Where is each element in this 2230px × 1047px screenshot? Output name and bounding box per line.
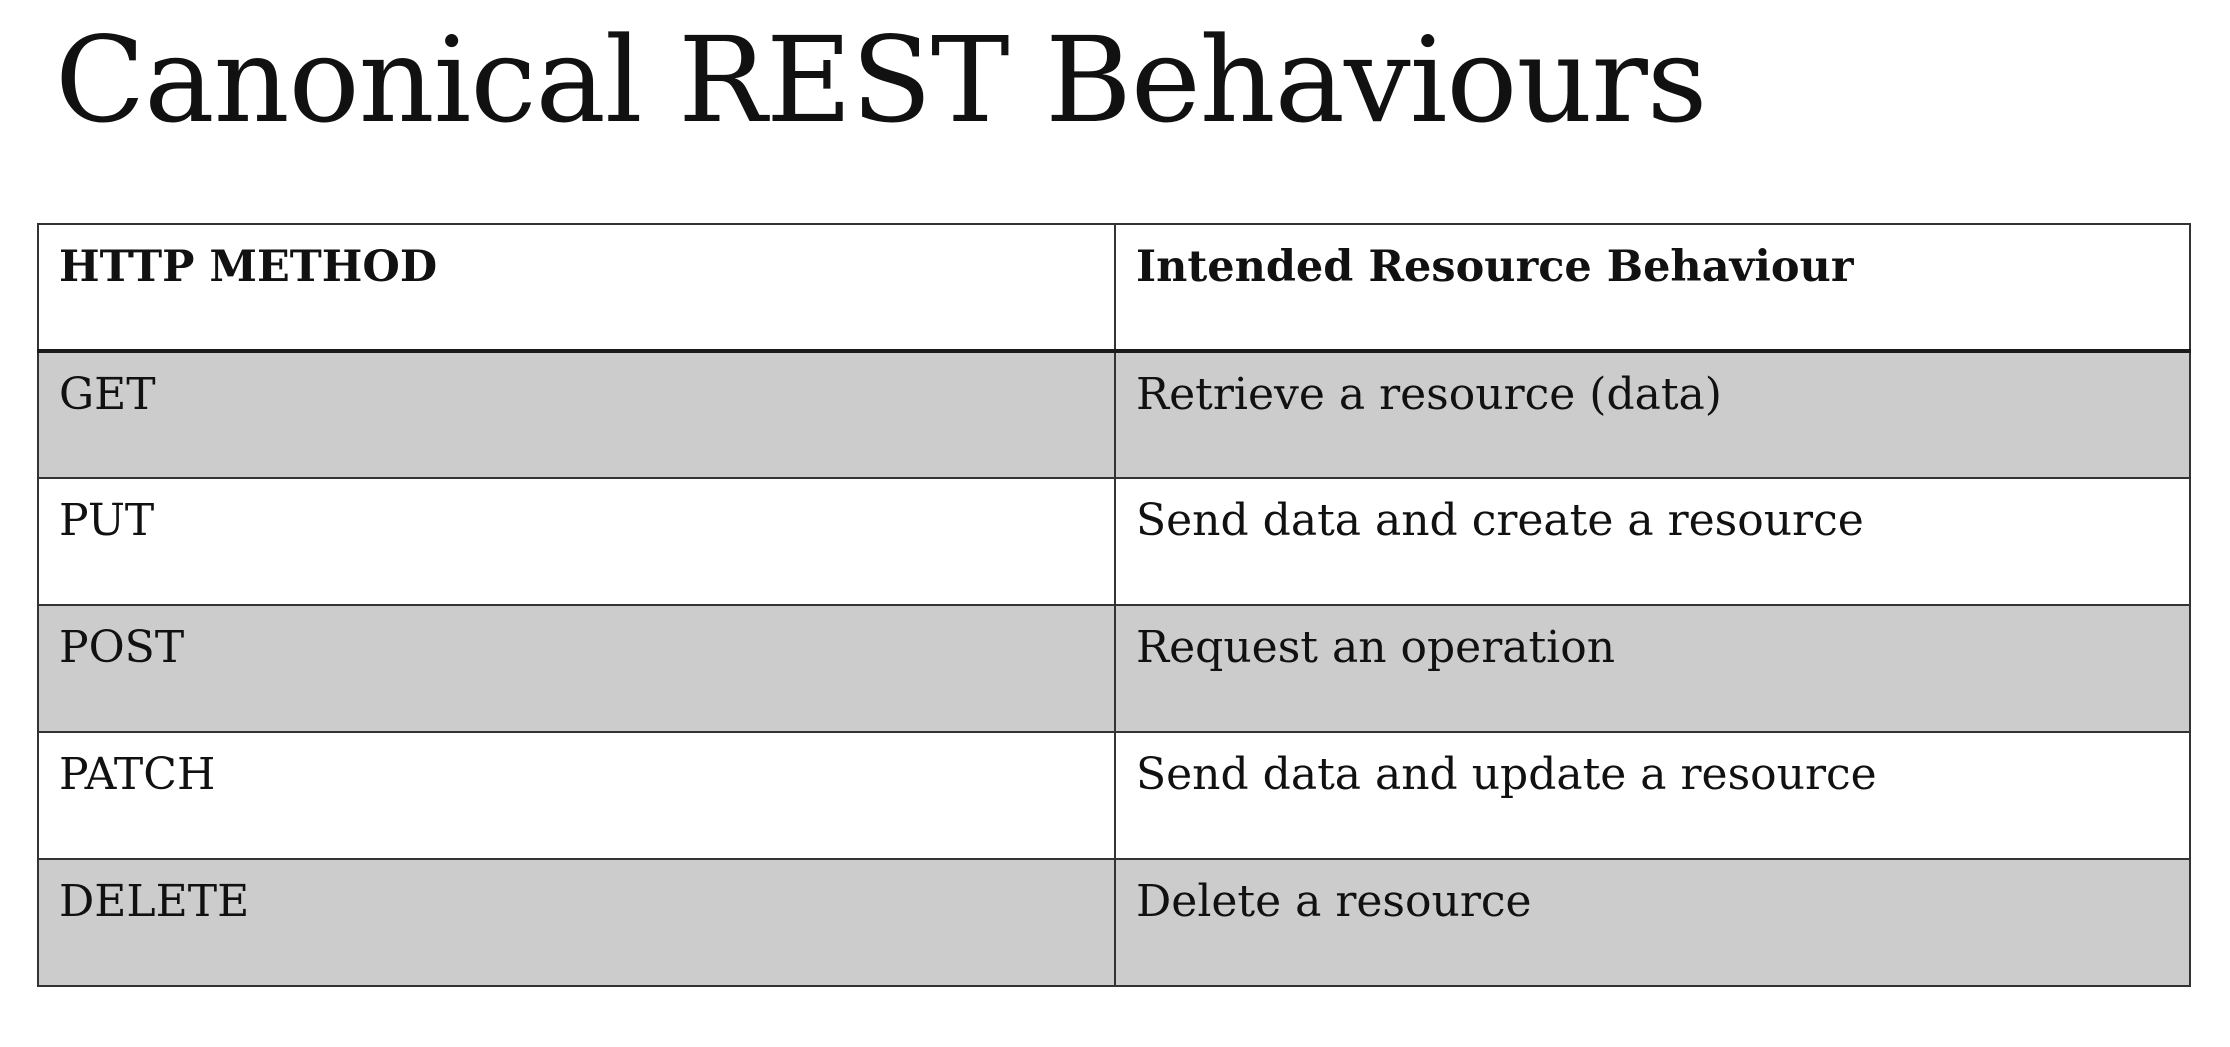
method-cell: POST [37,604,1116,733]
behaviour-cell: Send data and update a resource [1114,731,2191,860]
method-cell: DELETE [37,858,1116,987]
column-header-http-method: HTTP METHOD [37,223,1116,353]
rest-methods-table: HTTP METHOD Intended Resource Behaviour … [37,223,2191,987]
column-header-behaviour: Intended Resource Behaviour [1114,223,2191,353]
table-header-row: HTTP METHOD Intended Resource Behaviour [37,223,2191,353]
behaviour-cell: Delete a resource [1114,858,2191,987]
method-cell: PATCH [37,731,1116,860]
table-row: POST Request an operation [37,604,2191,733]
page-title: Canonical REST Behaviours [55,11,1707,149]
behaviour-cell: Retrieve a resource (data) [1114,350,2191,479]
behaviour-cell: Request an operation [1114,604,2191,733]
table-row: PUT Send data and create a resource [37,477,2191,606]
table-row: DELETE Delete a resource [37,858,2191,987]
table-row: GET Retrieve a resource (data) [37,350,2191,479]
method-cell: PUT [37,477,1116,606]
table-row: PATCH Send data and update a resource [37,731,2191,860]
behaviour-cell: Send data and create a resource [1114,477,2191,606]
method-cell: GET [37,350,1116,479]
